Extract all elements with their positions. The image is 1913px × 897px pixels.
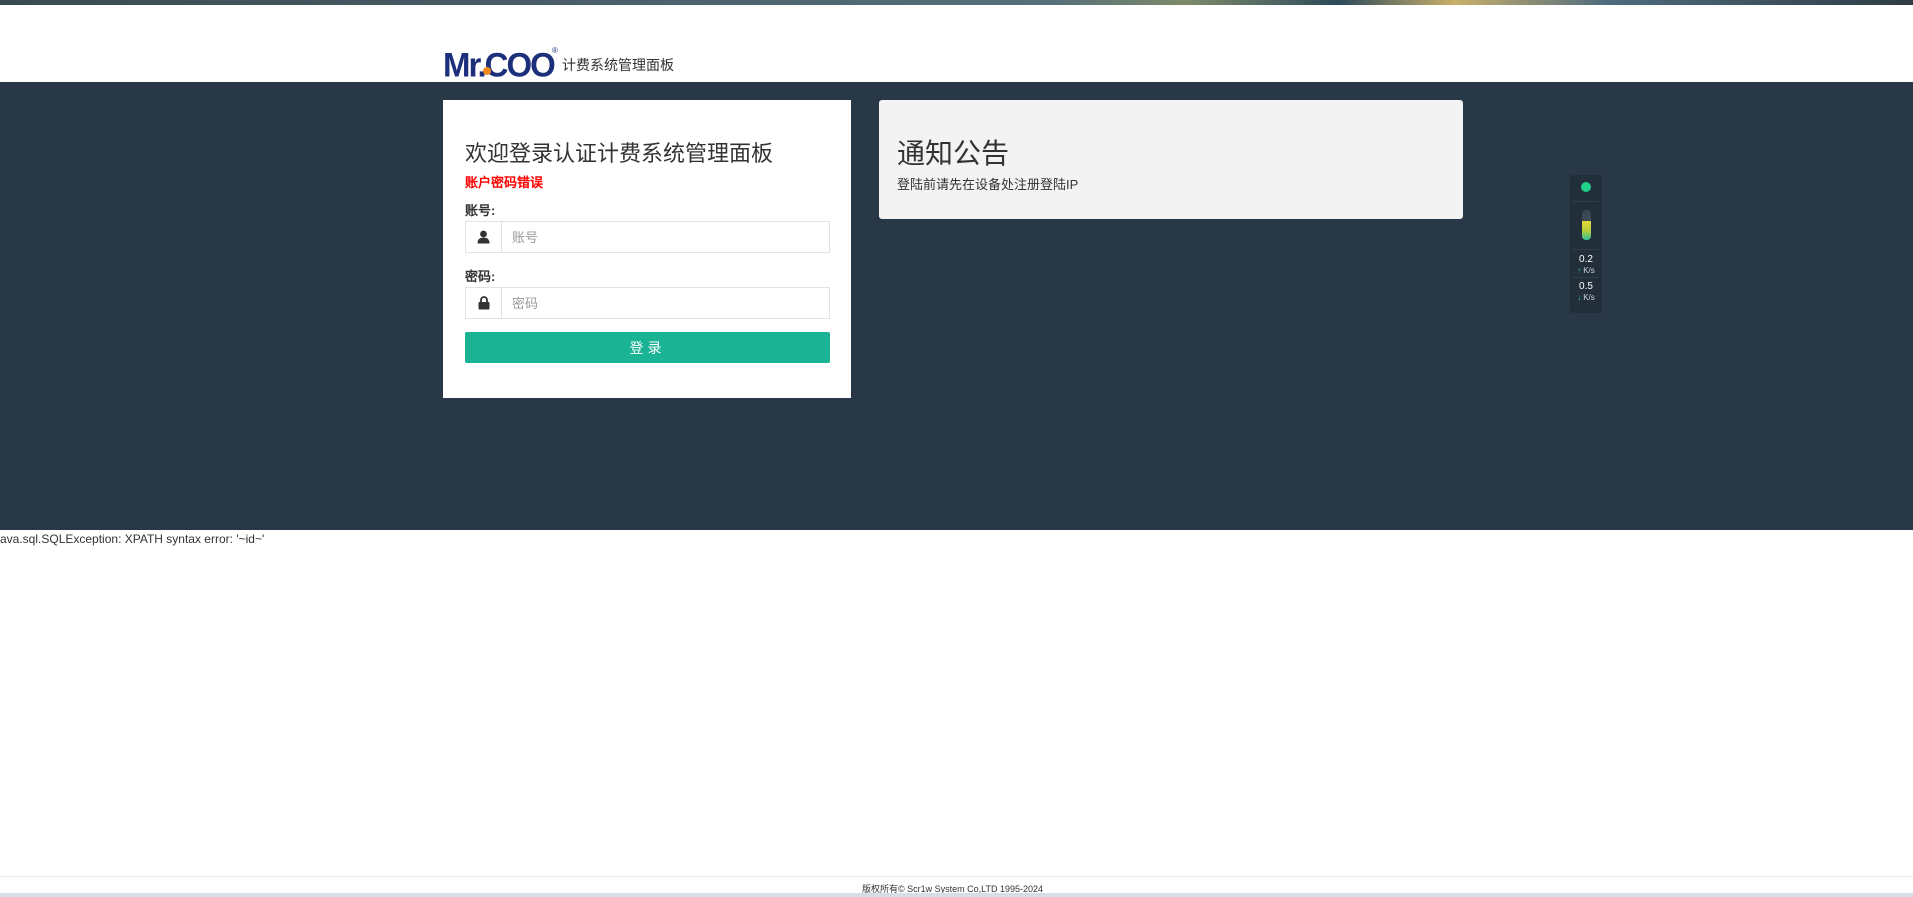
sql-error-output: ava.sql.SQLException: XPATH syntax error… bbox=[0, 532, 265, 546]
upload-speed-value: 0.2 bbox=[1579, 254, 1593, 265]
upload-speed-unit: ↑ K/s bbox=[1570, 266, 1602, 275]
divider bbox=[1573, 249, 1599, 250]
username-field-group bbox=[465, 221, 830, 253]
lock-icon bbox=[466, 288, 502, 318]
upload-unit-label: K/s bbox=[1583, 266, 1595, 275]
header-subtitle: 计费系统管理面板 bbox=[562, 57, 674, 73]
login-button[interactable]: 登录 bbox=[465, 332, 830, 363]
download-speed-value: 0.5 bbox=[1579, 281, 1593, 292]
notice-title: 通知公告 bbox=[897, 138, 1010, 169]
usage-meter bbox=[1582, 210, 1591, 240]
password-field-group bbox=[465, 287, 830, 319]
password-input[interactable] bbox=[502, 288, 829, 318]
login-panel: 欢迎登录认证计费系统管理面板 账户密码错误 账号: 密码: 登录 bbox=[443, 100, 851, 398]
status-dot-icon bbox=[1581, 182, 1591, 192]
window-bottom-edge bbox=[0, 893, 1913, 897]
divider bbox=[1573, 201, 1599, 202]
username-label: 账号: bbox=[465, 203, 496, 218]
logo-wordmark: Mr.COO bbox=[443, 46, 555, 78]
download-speed-unit: ↓ K/s bbox=[1570, 293, 1602, 302]
login-error-message: 账户密码错误 bbox=[465, 175, 544, 190]
notice-text: 登陆前请先在设备处注册登陆IP bbox=[897, 177, 1079, 192]
logo-registered-mark: ® bbox=[552, 46, 558, 55]
usage-meter-fill bbox=[1582, 221, 1591, 240]
logo-dot bbox=[483, 67, 491, 75]
password-label: 密码: bbox=[465, 269, 496, 284]
logo-mark: Mr.COO ® bbox=[443, 46, 558, 78]
download-unit-label: K/s bbox=[1583, 293, 1595, 302]
user-icon bbox=[466, 222, 502, 252]
arrow-up-icon: ↑ bbox=[1577, 266, 1582, 275]
notice-panel: 通知公告 登陆前请先在设备处注册登陆IP bbox=[879, 100, 1463, 219]
divider bbox=[1573, 277, 1599, 278]
page-header bbox=[0, 5, 1913, 82]
arrow-down-icon: ↓ bbox=[1577, 293, 1582, 302]
network-speed-widget[interactable]: 0.2 ↑ K/s 0.5 ↓ K/s bbox=[1570, 175, 1602, 313]
username-input[interactable] bbox=[502, 222, 829, 252]
login-title: 欢迎登录认证计费系统管理面板 bbox=[465, 141, 774, 166]
logo: Mr.COO ® 计费系统管理面板 bbox=[443, 42, 674, 78]
